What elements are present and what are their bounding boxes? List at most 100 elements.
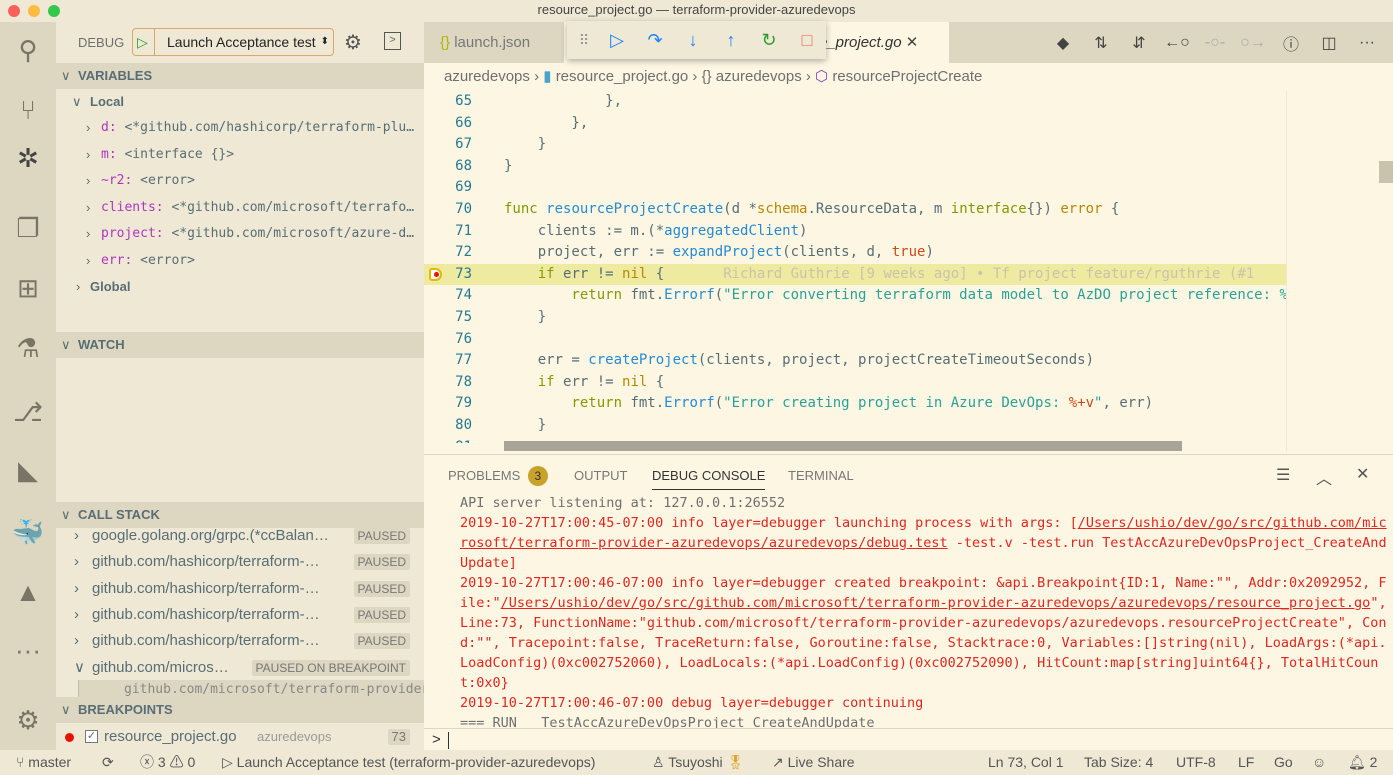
debug-icon[interactable]: ✲	[8, 138, 48, 178]
debug-console-input[interactable]: >	[424, 728, 1393, 751]
previous-revision-icon[interactable]: ←○	[1158, 34, 1196, 52]
stop-icon[interactable]: □	[795, 30, 819, 51]
call-stack-frame[interactable]: › github.com/hashicorp/terraform-… PAUSED	[56, 602, 424, 628]
panel-tab-output[interactable]: OUTPUT	[574, 462, 627, 490]
debug-settings-gear-icon[interactable]: ⚙	[344, 30, 362, 55]
notifications-status[interactable]: 🔔︎ 2	[1348, 750, 1377, 775]
variables-scope-global[interactable]: › Global	[56, 274, 424, 300]
step-into-icon[interactable]: ↓	[681, 30, 705, 51]
variable-item[interactable]: › clients: <*github.com/microsoft/terrafo…	[56, 195, 424, 221]
launch-config-select[interactable]: ▷ Launch Acceptance test ⬍	[132, 28, 334, 56]
close-tab-icon[interactable]: ✕	[906, 34, 919, 51]
variable-item[interactable]: › project: <*github.com/microsoft/azure-d…	[56, 221, 424, 247]
search-icon[interactable]: ⚲	[8, 30, 48, 70]
code-line[interactable]: 70 func resourceProjectCreate(d *schema.R…	[424, 199, 1286, 221]
breakpoint-item[interactable]: ✓ resource_project.go azuredevops 73	[56, 724, 424, 750]
problems-status[interactable]: ⓧ 3 ⚠ 0	[140, 750, 195, 775]
code-line[interactable]: 65 },	[424, 91, 1286, 113]
variable-item[interactable]: › m: <interface {}>	[56, 142, 424, 168]
git-branch-status[interactable]: ⑂ master	[16, 750, 71, 775]
continue-icon[interactable]: ▷	[605, 30, 629, 51]
git-graph-icon[interactable]: ⓘ	[1272, 31, 1310, 55]
code-line[interactable]: 71 clients := m.(*aggregatedClient)	[424, 221, 1286, 243]
call-stack-frame[interactable]: › github.com/hashicorp/terraform-… PAUSED	[56, 576, 424, 602]
call-stack-sub-frame[interactable]: github.com/microsoft/terraform-provider-…	[78, 680, 424, 698]
code-line[interactable]: 67 }	[424, 134, 1286, 156]
current-revision-icon[interactable]: -○-	[1196, 34, 1234, 52]
variable-item[interactable]: › err: <error>	[56, 248, 424, 274]
code-line[interactable]: 77 err = createProject(clients, project,…	[424, 350, 1286, 372]
debug-console-toggle-icon[interactable]: >	[384, 32, 401, 50]
code-line[interactable]: 79 return fmt.Errorf("Error creating pro…	[424, 393, 1286, 415]
test-flask-icon[interactable]: ⚗	[8, 328, 48, 368]
sync-icon[interactable]: ⟳	[102, 750, 114, 775]
breadcrumb-function[interactable]: resourceProjectCreate	[832, 68, 982, 85]
tab-launch-json[interactable]: {} launch.json	[424, 22, 564, 63]
code-line[interactable]: 76	[424, 329, 1286, 351]
restart-icon[interactable]: ↻	[757, 30, 781, 51]
terraform-icon[interactable]: ◣	[8, 450, 48, 490]
azure-icon[interactable]: ▲	[8, 572, 48, 612]
extensions-icon[interactable]: ⊞	[8, 268, 48, 308]
feedback-smiley-icon[interactable]: ☺	[1312, 750, 1326, 775]
code-line[interactable]: 66 },	[424, 113, 1286, 135]
code-line[interactable]: 72 project, err := expandProject(clients…	[424, 242, 1286, 264]
variable-item[interactable]: › ~r2: <error>	[56, 168, 424, 194]
close-panel-icon[interactable]: ✕	[1356, 464, 1369, 484]
clear-console-icon[interactable]: ☰	[1276, 465, 1290, 485]
launch-status[interactable]: ▷ Launch Acceptance test (terraform-prov…	[222, 750, 595, 775]
compare-changes-icon[interactable]: ⇅	[1082, 33, 1120, 53]
step-over-icon[interactable]: ↷	[643, 30, 667, 51]
encoding[interactable]: UTF-8	[1176, 750, 1216, 775]
end-of-line[interactable]: LF	[1238, 750, 1254, 775]
more-icon[interactable]: ···	[8, 630, 48, 670]
watch-section-header[interactable]: ∨ WATCH	[56, 332, 424, 358]
breadcrumb-folder[interactable]: azuredevops	[444, 68, 530, 85]
minimap[interactable]	[1286, 91, 1393, 451]
user-status[interactable]: ♙ Tsuyoshi 🎖	[652, 750, 744, 775]
minimize-window-button[interactable]	[28, 5, 40, 17]
maximize-window-button[interactable]	[48, 5, 60, 17]
cursor-position[interactable]: Ln 73, Col 1	[988, 750, 1064, 775]
start-debugging-icon[interactable]: ▷	[137, 29, 155, 55]
breakpoint-checkbox[interactable]: ✓	[85, 730, 98, 743]
tab-size[interactable]: Tab Size: 4	[1084, 750, 1153, 775]
split-editor-icon[interactable]: ◫	[1310, 33, 1348, 53]
git-graph-icon[interactable]: ⎇	[8, 392, 48, 432]
call-stack-frame[interactable]: › google.golang.org/grpc.(*ccBalan… PAUSED	[56, 523, 424, 549]
panel-tab-terminal[interactable]: TERMINAL	[788, 462, 854, 490]
code-editor[interactable]: 65 }, 66 }, 67 } 68} 69 70 func resourceProjec…	[424, 91, 1286, 443]
docker-icon[interactable]: 🐳	[8, 512, 48, 552]
settings-gear-icon[interactable]: ⚙	[8, 700, 48, 740]
call-stack-frame[interactable]: ∨ github.com/micros… PAUSED ON BREAKPOINT	[56, 655, 424, 681]
variable-item[interactable]: › d: <*github.com/hashicorp/terraform-plu…	[56, 115, 424, 141]
open-changes-icon[interactable]: ⇵	[1120, 33, 1158, 53]
code-line[interactable]: 78 if err != nil {	[424, 372, 1286, 394]
code-line[interactable]: 74 return fmt.Errorf("Error converting t…	[424, 285, 1286, 307]
debug-console-output[interactable]: API server listening at: 127.0.0.1:26552…	[460, 493, 1390, 728]
variables-section-header[interactable]: ∨ VARIABLES	[56, 63, 424, 89]
call-stack-frame[interactable]: › github.com/hashicorp/terraform-… PAUSED	[56, 549, 424, 575]
more-actions-icon[interactable]: ···	[1348, 34, 1386, 52]
code-line[interactable]: 68}	[424, 156, 1286, 178]
code-line[interactable]: 80 }	[424, 415, 1286, 437]
drag-handle-icon[interactable]: ⠿	[577, 32, 591, 49]
variables-scope-local[interactable]: ∨ Local	[56, 89, 424, 115]
source-control-icon[interactable]: ⑂	[8, 90, 48, 130]
call-stack-frame[interactable]: › github.com/hashicorp/terraform-… PAUSED	[56, 628, 424, 654]
file-link[interactable]: /Users/ushio/dev/go/src/github.com/micro…	[501, 595, 1371, 611]
breadcrumb-file[interactable]: resource_project.go	[556, 68, 689, 85]
close-window-button[interactable]	[8, 5, 20, 17]
code-line[interactable]: 73 if err != nil { Richard Guthrie [9 we…	[424, 263, 1286, 286]
breakpoints-section-header[interactable]: ∨ BREAKPOINTS	[56, 697, 424, 723]
panel-tab-problems[interactable]: PROBLEMS 3	[448, 462, 548, 490]
panel-tab-debug-console[interactable]: DEBUG CONSOLE	[652, 462, 766, 490]
code-line[interactable]: 75 }	[424, 307, 1286, 329]
maximize-panel-chevron-up-icon[interactable]: ︿	[1316, 465, 1332, 489]
live-share-status[interactable]: ↗ Live Share	[772, 750, 855, 775]
horizontal-scrollbar[interactable]	[504, 441, 1182, 451]
breadcrumb-package[interactable]: {} azuredevops	[702, 68, 802, 85]
minimap-slider[interactable]	[1379, 161, 1393, 183]
next-revision-icon[interactable]: ○→	[1234, 34, 1272, 52]
git-lens-icon[interactable]: ◆	[1044, 33, 1082, 53]
